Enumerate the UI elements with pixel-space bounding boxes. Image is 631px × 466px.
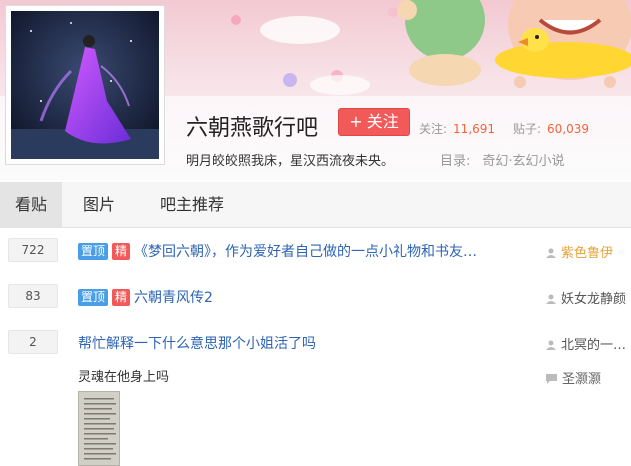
posts-label: 贴子: [513,122,542,136]
thread-row[interactable]: 722 置顶精《梦回六朝》，作为爱好者自己做的一点小礼物和书友… 紫色鲁伊 [0,238,631,268]
user-icon [546,340,556,350]
posts-count: 60,039 [547,122,590,136]
user-icon [546,248,556,258]
followers-stat: 关注: 11,691 [419,120,495,137]
thread-row[interactable]: 83 置顶精六朝青风传2 妖女龙静颜 [0,284,631,314]
reply-count: 2 [8,330,58,354]
last-reply[interactable]: 圣灏灏 [546,368,601,387]
user-icon [546,294,556,304]
forum-avatar[interactable] [5,5,165,165]
plus-icon: + [349,112,363,131]
thread-title[interactable]: 帮忙解释一下什么意思那个小姐活了吗 [78,336,316,352]
reply-count: 722 [8,238,58,262]
thread-thumbnail[interactable] [78,391,120,466]
tab-moderator-picks[interactable]: 吧主推荐 [148,182,236,227]
forum-slogan: 明月皎皎照我床，星汉西流夜未央。 [186,154,395,169]
tab-pictures[interactable]: 图片 [68,182,130,227]
followers-count: 11,691 [453,122,496,136]
thread-title[interactable]: 《梦回六朝》，作为爱好者自己做的一点小礼物和书友… [134,244,477,260]
thread-author[interactable]: 妖女龙静颜 [546,288,626,307]
follow-button[interactable]: + 关注 [338,108,410,136]
thread-author[interactable]: 紫色鲁伊 [546,242,613,261]
follow-button-label: 关注 [366,112,399,131]
featured-badge: 精 [112,289,131,306]
thread-title[interactable]: 六朝青风传2 [134,290,213,306]
forum-tabs: 看贴 图片 吧主推荐 [0,182,631,228]
tab-threads[interactable]: 看贴 [0,182,62,227]
document-image [79,392,119,465]
thread-excerpt: 灵魂在他身上吗 [78,370,170,385]
author-name: 北冥的一… [561,338,627,353]
catalog-label: 目录: [440,154,471,169]
author-name: 妖女龙静颜 [561,292,627,307]
thread-author[interactable]: 北冥的一… [546,334,626,353]
author-name: 紫色鲁伊 [561,246,614,261]
featured-badge: 精 [112,243,131,260]
reply-count: 83 [8,284,58,308]
comment-icon [546,374,557,384]
pinned-badge: 置顶 [78,243,109,260]
followers-label: 关注: [419,122,448,136]
forum-catalog: 目录: 奇幻·玄幻小说 [440,150,565,169]
pinned-badge: 置顶 [78,289,109,306]
posts-stat: 贴子: 60,039 [513,120,589,137]
last-reply-author: 圣灏灏 [562,372,602,387]
forum-title[interactable]: 六朝燕歌行吧 [186,110,318,142]
forum-avatar-image [11,11,159,159]
catalog-link[interactable]: 奇幻·玄幻小说 [482,154,564,169]
